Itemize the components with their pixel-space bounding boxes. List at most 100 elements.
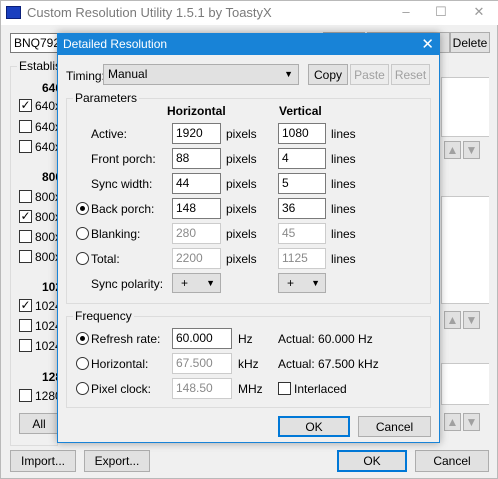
h-back-porch-input[interactable]: 148 — [172, 198, 221, 219]
maximize-button[interactable]: ☐ — [431, 4, 451, 20]
v-polarity-select[interactable]: + ▼ — [278, 273, 326, 293]
pixels-unit: pixels — [226, 127, 257, 141]
h-active-input[interactable]: 1920 — [172, 123, 221, 144]
dialog-ok-button[interactable]: OK — [278, 416, 350, 437]
parameters-legend: Parameters — [73, 91, 140, 105]
pixels-unit: pixels — [226, 227, 257, 241]
resolution-checkbox[interactable]: ✓ — [19, 299, 32, 312]
resolution-checkbox[interactable] — [19, 339, 32, 352]
import-button[interactable]: Import... — [10, 450, 76, 472]
dialog-title: Detailed Resolution — [63, 37, 168, 51]
frequency-legend: Frequency — [73, 309, 134, 323]
h-sync-width-input[interactable]: 44 — [172, 173, 221, 194]
v-blanking-input[interactable]: 45 — [278, 223, 326, 244]
dialog-titlebar: Detailed Resolution ✕ — [58, 34, 439, 55]
chevron-down-icon: ▼ — [206, 278, 215, 288]
ok-button[interactable]: OK — [337, 450, 407, 472]
horizontal-freq-radio[interactable] — [76, 357, 89, 370]
resolution-checkbox[interactable] — [19, 140, 32, 153]
reset-button[interactable]: Reset — [391, 64, 430, 85]
interlaced-checkbox[interactable] — [278, 382, 291, 395]
pixels-unit: pixels — [226, 177, 257, 191]
timing-label: Timing: — [66, 69, 105, 83]
blanking-radio[interactable] — [76, 227, 89, 240]
up-arrow-button[interactable]: ▲ — [444, 311, 461, 329]
down-arrow-button[interactable]: ▼ — [463, 311, 480, 329]
horizontal-header: Horizontal — [167, 104, 226, 118]
refresh-rate-label: Refresh rate: — [91, 332, 161, 346]
v-back-porch-input[interactable]: 36 — [278, 198, 326, 219]
lines-unit: lines — [331, 127, 356, 141]
lines-unit: lines — [331, 202, 356, 216]
resolution-checkbox[interactable] — [19, 120, 32, 133]
resolution-checkbox[interactable] — [19, 230, 32, 243]
resolution-checkbox[interactable]: ✓ — [19, 99, 32, 112]
pixel-clock-label: Pixel clock: — [91, 382, 152, 396]
horizontal-actual: Actual: 67.500 kHz — [278, 357, 379, 371]
v-polarity-value: + — [287, 276, 295, 290]
blanking-label: Blanking: — [91, 227, 141, 241]
v-sync-width-input[interactable]: 5 — [278, 173, 326, 194]
chevron-down-icon: ▼ — [311, 278, 320, 288]
up-arrow-button[interactable]: ▲ — [444, 141, 461, 159]
active-label: Active: — [91, 127, 128, 141]
main-titlebar: Custom Resolution Utility 1.5.1 by Toast… — [1, 1, 498, 25]
lines-unit: lines — [331, 177, 356, 191]
app-icon — [6, 6, 21, 19]
resolution-checkbox[interactable] — [19, 190, 32, 203]
resolution-checkbox[interactable]: ✓ — [19, 210, 32, 223]
horizontal-freq-input[interactable]: 67.500 — [172, 353, 232, 374]
paste-button[interactable]: Paste — [350, 64, 389, 85]
sync-width-label: Sync width: — [91, 177, 153, 191]
copy-button[interactable]: Copy — [308, 64, 348, 85]
total-label: Total: — [91, 252, 120, 266]
down-arrow-button[interactable]: ▼ — [463, 141, 480, 159]
minimize-button[interactable]: – — [396, 4, 416, 19]
main-window-title: Custom Resolution Utility 1.5.1 by Toast… — [27, 5, 272, 20]
refresh-actual: Actual: 60.000 Hz — [278, 332, 373, 346]
pixels-unit: pixels — [226, 152, 257, 166]
dialog-cancel-button[interactable]: Cancel — [358, 416, 431, 437]
delete-button[interactable]: Delete — [450, 32, 490, 53]
v-front-porch-input[interactable]: 4 — [278, 148, 326, 169]
resolution-checkbox[interactable] — [19, 250, 32, 263]
vertical-header: Vertical — [279, 104, 322, 118]
cancel-button[interactable]: Cancel — [415, 450, 489, 472]
h-total-input[interactable]: 2200 — [172, 248, 221, 269]
horizontal-freq-label: Horizontal: — [91, 357, 149, 371]
h-polarity-value: + — [181, 276, 189, 290]
dialog-close-icon[interactable]: ✕ — [421, 35, 434, 53]
up-arrow-button[interactable]: ▲ — [444, 413, 461, 431]
v-total-input[interactable]: 1125 — [278, 248, 326, 269]
pixels-unit: pixels — [226, 252, 257, 266]
pixel-clock-radio[interactable] — [76, 382, 89, 395]
lines-unit: lines — [331, 252, 356, 266]
h-blanking-input[interactable]: 280 — [172, 223, 221, 244]
chevron-down-icon: ▼ — [284, 69, 293, 79]
export-button[interactable]: Export... — [84, 450, 150, 472]
front-porch-label: Front porch: — [91, 152, 156, 166]
sync-polarity-label: Sync polarity: — [91, 277, 164, 291]
h-polarity-select[interactable]: + ▼ — [172, 273, 221, 293]
down-arrow-button[interactable]: ▼ — [463, 413, 480, 431]
mhz-unit: MHz — [238, 382, 263, 396]
pixels-unit: pixels — [226, 202, 257, 216]
all-button[interactable]: All — [19, 413, 59, 434]
refresh-rate-radio[interactable] — [76, 332, 89, 345]
refresh-rate-input[interactable]: 60.000 — [172, 328, 232, 349]
close-button[interactable]: ✕ — [469, 4, 489, 20]
detailed-resolution-dialog: Detailed Resolution ✕ Timing: Manual ▼ C… — [57, 33, 440, 443]
v-active-input[interactable]: 1080 — [278, 123, 326, 144]
lines-unit: lines — [331, 227, 356, 241]
total-radio[interactable] — [76, 252, 89, 265]
interlaced-label: Interlaced — [294, 382, 347, 396]
timing-select[interactable]: Manual ▼ — [103, 64, 299, 85]
h-front-porch-input[interactable]: 88 — [172, 148, 221, 169]
pixel-clock-input[interactable]: 148.50 — [172, 378, 232, 399]
lines-unit: lines — [331, 152, 356, 166]
extension-list — [441, 363, 489, 405]
resolution-checkbox[interactable] — [19, 319, 32, 332]
back-porch-radio[interactable] — [76, 202, 89, 215]
resolution-checkbox[interactable] — [19, 389, 32, 402]
timing-value: Manual — [108, 67, 148, 81]
